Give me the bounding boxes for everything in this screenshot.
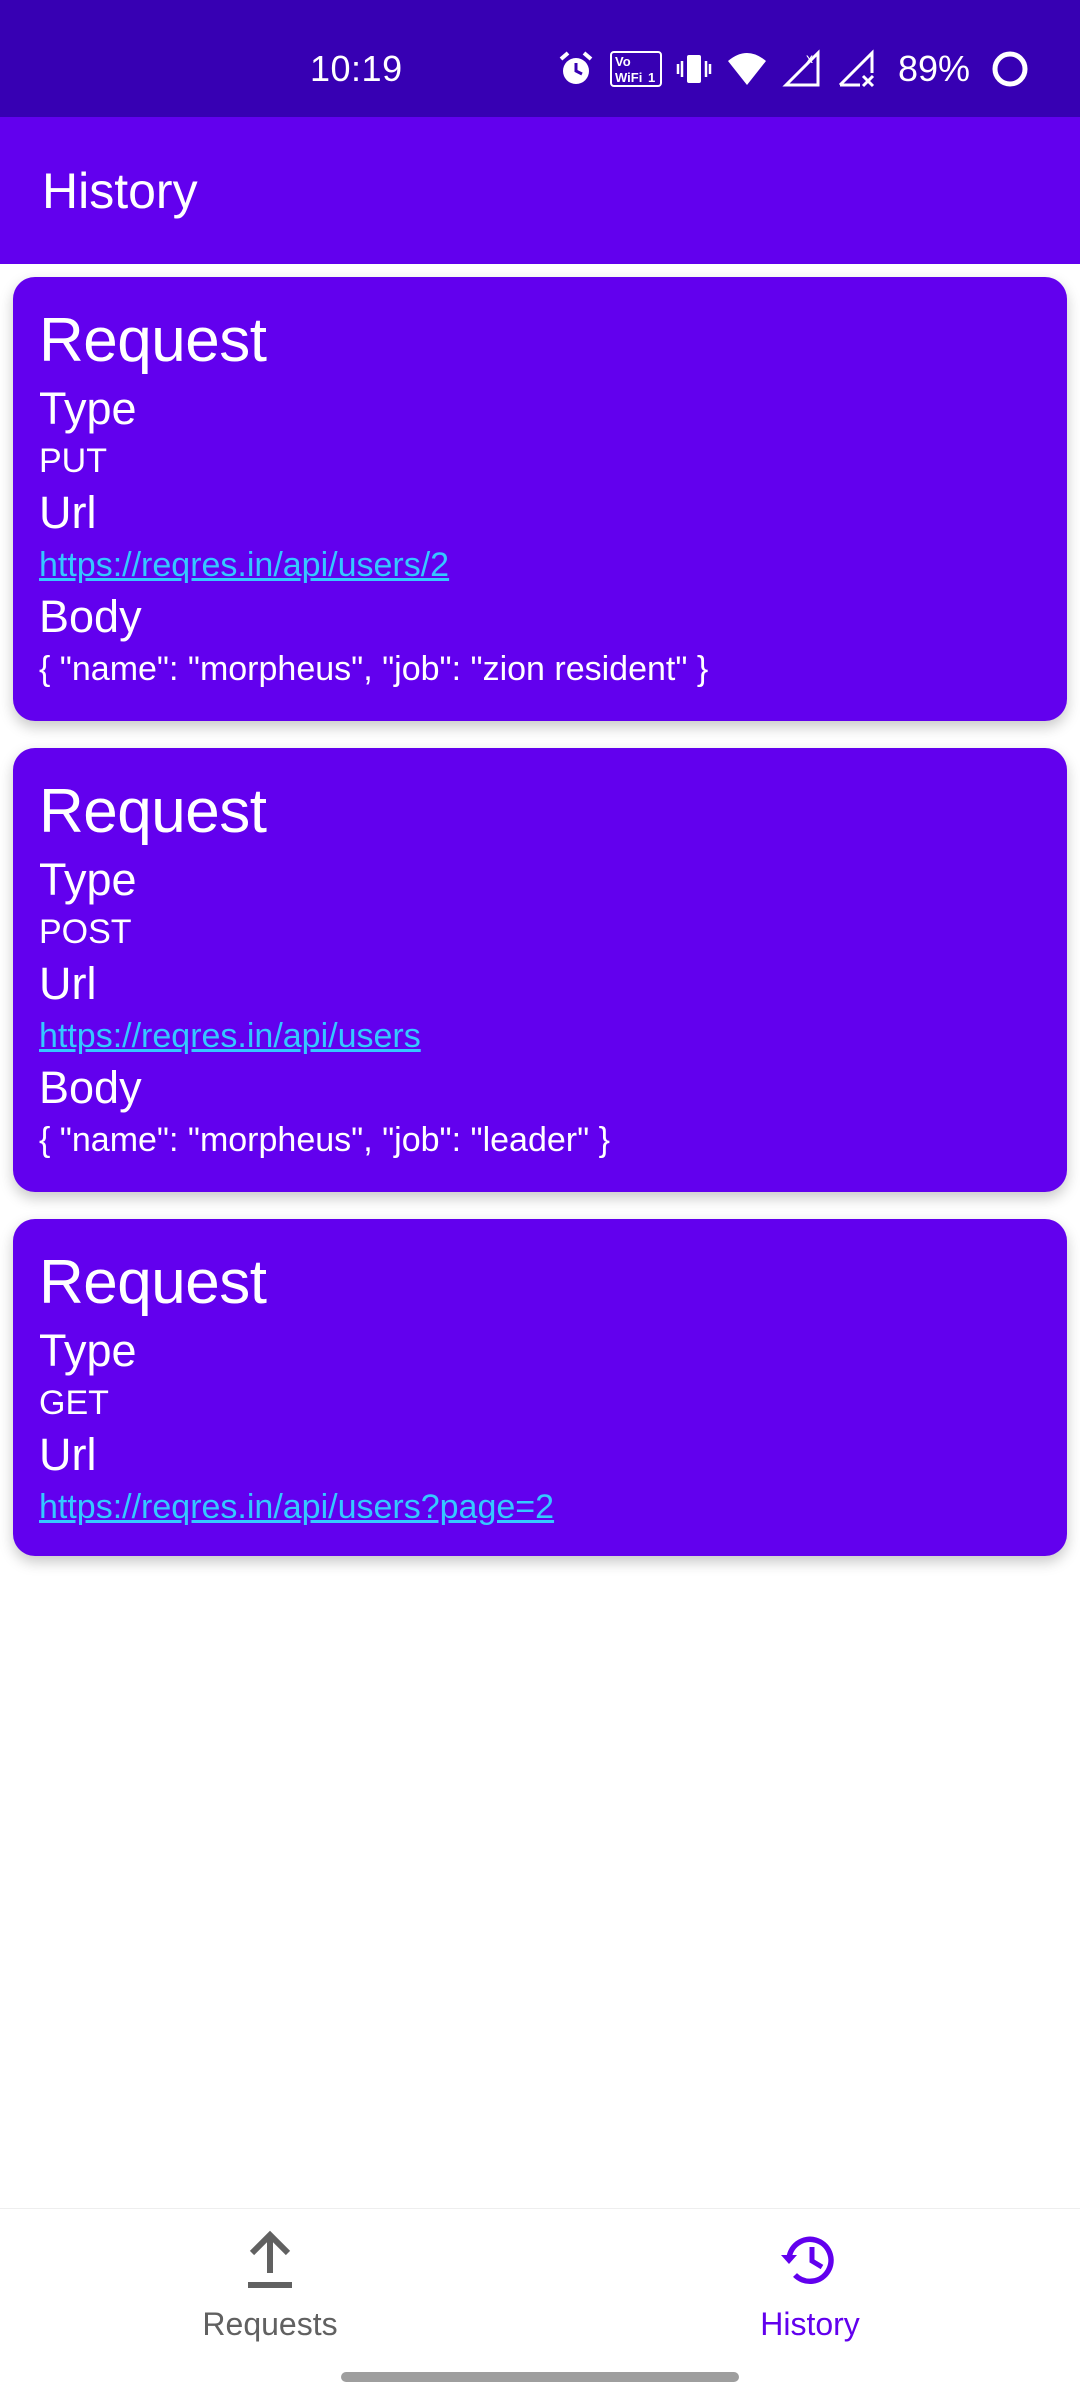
url-label: Url bbox=[39, 958, 97, 1009]
body-value: { "name": "morpheus", "job": "leader" } bbox=[39, 1121, 610, 1159]
body-value: { "name": "morpheus", "job": "zion resid… bbox=[39, 650, 709, 688]
signal-no-service-icon bbox=[836, 49, 876, 89]
page-title: History bbox=[42, 163, 198, 219]
nav-label-requests: Requests bbox=[202, 2306, 338, 2342]
svg-text:Vo: Vo bbox=[615, 54, 631, 69]
history-icon bbox=[779, 2229, 841, 2296]
type-label: Type bbox=[39, 854, 137, 905]
url-label: Url bbox=[39, 1429, 97, 1480]
vibrate-icon bbox=[676, 49, 712, 89]
status-bar: 10:19 Vo WiFi 1 x 89% bbox=[0, 0, 1080, 117]
home-indicator[interactable] bbox=[341, 2372, 739, 2382]
alarm-icon bbox=[556, 49, 596, 89]
app-bar: History bbox=[0, 117, 1080, 264]
nav-label-history: History bbox=[760, 2306, 860, 2342]
type-value: GET bbox=[39, 1384, 109, 1422]
request-card[interactable]: Request Type GET Url https://reqres.in/a… bbox=[13, 1219, 1067, 1556]
wifi-icon bbox=[726, 49, 768, 89]
status-time: 10:19 bbox=[310, 48, 403, 89]
svg-text:x: x bbox=[806, 50, 813, 66]
svg-text:WiFi: WiFi bbox=[615, 70, 642, 85]
signal-icon: x bbox=[782, 49, 822, 89]
request-heading: Request bbox=[39, 1248, 267, 1317]
battery-icon bbox=[990, 49, 1030, 89]
request-heading: Request bbox=[39, 306, 267, 375]
status-icons: Vo WiFi 1 x 89% bbox=[556, 44, 1030, 94]
url-label: Url bbox=[39, 487, 97, 538]
type-label: Type bbox=[39, 1325, 137, 1376]
nav-item-history[interactable]: History bbox=[540, 2229, 1080, 2359]
url-link[interactable]: https://reqres.in/api/users bbox=[39, 1012, 1041, 1060]
url-link[interactable]: https://reqres.in/api/users?page=2 bbox=[39, 1483, 1041, 1531]
request-heading: Request bbox=[39, 777, 267, 846]
upload-icon bbox=[242, 2229, 298, 2296]
vowifi-icon: Vo WiFi 1 bbox=[609, 49, 662, 89]
type-value: PUT bbox=[39, 442, 107, 480]
type-value: POST bbox=[39, 913, 132, 951]
request-card[interactable]: Request Type PUT Url https://reqres.in/a… bbox=[13, 277, 1067, 721]
url-link[interactable]: https://reqres.in/api/users/2 bbox=[39, 541, 1041, 589]
svg-text:1: 1 bbox=[648, 70, 655, 85]
request-card[interactable]: Request Type POST Url https://reqres.in/… bbox=[13, 748, 1067, 1192]
nav-item-requests[interactable]: Requests bbox=[0, 2229, 540, 2359]
screen: 10:19 Vo WiFi 1 x 89% History Request Ty… bbox=[0, 0, 1080, 2400]
battery-percentage: 89% bbox=[897, 48, 970, 89]
type-label: Type bbox=[39, 383, 137, 434]
body-label: Body bbox=[39, 1062, 142, 1113]
body-label: Body bbox=[39, 591, 142, 642]
